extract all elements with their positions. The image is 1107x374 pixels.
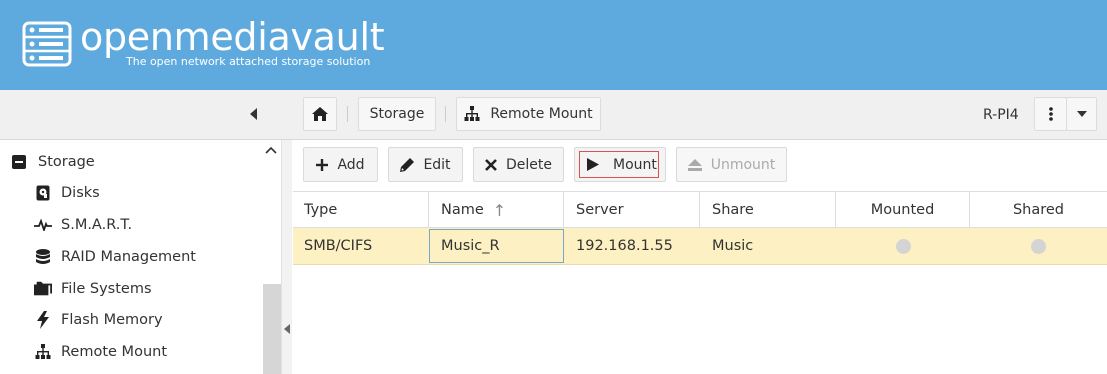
sidebar-item-storage[interactable]: Storage <box>10 151 95 173</box>
cell-name[interactable]: Music_R <box>429 229 564 263</box>
cell-share[interactable]: Music <box>700 228 836 264</box>
caret-down-icon <box>1076 111 1087 117</box>
app-title: openmediavault <box>80 15 385 59</box>
mount-button-label: Mount <box>613 156 657 173</box>
sidebar-item-label: Flash Memory <box>61 312 163 328</box>
hostname-label: R-PI4 <box>983 107 1019 123</box>
server-logo-icon <box>22 21 72 67</box>
breadcrumb-storage-label: Storage <box>369 106 425 122</box>
sidebar-scroll-thumb[interactable] <box>263 284 281 374</box>
sidebar-item-label: Disks <box>61 185 100 201</box>
collapse-sidebar-icon[interactable] <box>250 108 262 122</box>
edit-button[interactable]: Edit <box>388 147 463 182</box>
edit-button-label: Edit <box>423 156 451 173</box>
navigation-sidebar: Storage Disks S.M.A.R.T. RAID Management… <box>0 140 292 374</box>
sidebar-item-filesystems[interactable]: File Systems <box>34 278 152 300</box>
unmount-button[interactable]: Unmount <box>676 147 787 182</box>
cell-mounted[interactable] <box>836 228 970 264</box>
sidebar-splitter[interactable] <box>281 140 292 374</box>
dropdown-button[interactable] <box>1066 97 1097 131</box>
sidebar-item-flash-memory[interactable]: Flash Memory <box>34 309 163 331</box>
breadcrumb-remote-mount-label: Remote Mount <box>490 106 593 122</box>
breadcrumb-remote-mount[interactable]: Remote Mount <box>456 97 601 131</box>
app-header: openmediavault The open network attached… <box>0 0 1107 90</box>
app-subtitle: The open network attached storage soluti… <box>126 55 371 68</box>
column-header-type[interactable]: Type <box>293 192 429 228</box>
collapse-left-icon[interactable] <box>284 324 290 337</box>
mounted-status-indicator <box>895 238 911 254</box>
delete-button-label: Delete <box>506 156 552 173</box>
column-header-label: Type <box>304 202 338 218</box>
sidebar-item-disks[interactable]: Disks <box>34 182 100 204</box>
minus-square-icon[interactable] <box>10 153 28 171</box>
breadcrumb-separator <box>347 106 348 122</box>
column-header-mounted[interactable]: Mounted <box>836 192 970 228</box>
column-header-label: Shared <box>1012 202 1065 218</box>
close-icon <box>485 158 497 171</box>
column-header-server[interactable]: Server <box>564 192 700 228</box>
play-icon <box>587 158 599 171</box>
column-header-share[interactable]: Share <box>700 192 836 228</box>
vertical-ellipsis-icon <box>1048 107 1053 121</box>
add-button-label: Add <box>337 156 365 173</box>
cell-type[interactable]: SMB/CIFS <box>293 228 429 264</box>
sitemap-icon <box>464 106 480 121</box>
sidebar-item-label: Remote Mount <box>61 344 168 360</box>
add-button[interactable]: Add <box>303 147 378 182</box>
sidebar-item-label: S.M.A.R.T. <box>61 217 133 233</box>
unmount-button-label: Unmount <box>710 156 776 173</box>
breadcrumb-separator <box>445 106 446 122</box>
flash-icon <box>34 311 52 329</box>
folders-icon <box>34 280 52 298</box>
database-icon <box>34 248 52 266</box>
mount-button-focus-outline: Mount <box>579 151 659 178</box>
table-row[interactable]: SMB/CIFS Music_R 192.168.1.55 Music <box>293 228 1107 265</box>
eject-icon <box>687 158 702 171</box>
column-header-label: Server <box>576 202 624 218</box>
heartbeat-icon <box>34 216 52 234</box>
home-icon <box>312 107 328 121</box>
shared-status-indicator <box>1031 238 1046 254</box>
mount-button[interactable]: Mount <box>574 147 666 182</box>
column-header-label: Name <box>441 202 484 218</box>
sidebar-item-label: RAID Management <box>61 249 196 265</box>
column-header-label: Mounted <box>870 202 935 218</box>
pencil-icon <box>400 157 415 172</box>
column-header-name[interactable]: Name ↑ <box>429 192 564 228</box>
breadcrumb-toolbar: Storage Remote Mount R-PI4 <box>0 90 1107 140</box>
sitemap-icon <box>34 343 52 361</box>
cell-server[interactable]: 192.168.1.55 <box>564 228 700 264</box>
breadcrumb-storage[interactable]: Storage <box>358 97 436 131</box>
disk-icon <box>34 184 52 202</box>
home-button[interactable] <box>303 97 337 131</box>
delete-button[interactable]: Delete <box>473 147 564 182</box>
sidebar-item-label: Storage <box>38 154 95 170</box>
sort-ascending-icon: ↑ <box>492 200 507 220</box>
column-header-shared[interactable]: Shared <box>970 192 1107 228</box>
cell-shared[interactable] <box>970 228 1107 264</box>
sidebar-item-smart[interactable]: S.M.A.R.T. <box>34 214 132 236</box>
sidebar-item-raid[interactable]: RAID Management <box>34 246 196 268</box>
column-header-label: Share <box>712 202 754 218</box>
more-options-button[interactable] <box>1034 97 1067 131</box>
scroll-up-icon[interactable] <box>265 143 277 157</box>
sidebar-item-label: File Systems <box>61 281 152 297</box>
grid-action-toolbar: Add Edit Delete Mount Unmount <box>293 141 1107 189</box>
plus-icon <box>316 158 329 171</box>
table-header: Type Name ↑ Server Share Mounted Shared <box>293 191 1107 228</box>
sidebar-item-remote-mount[interactable]: Remote Mount <box>34 341 167 363</box>
